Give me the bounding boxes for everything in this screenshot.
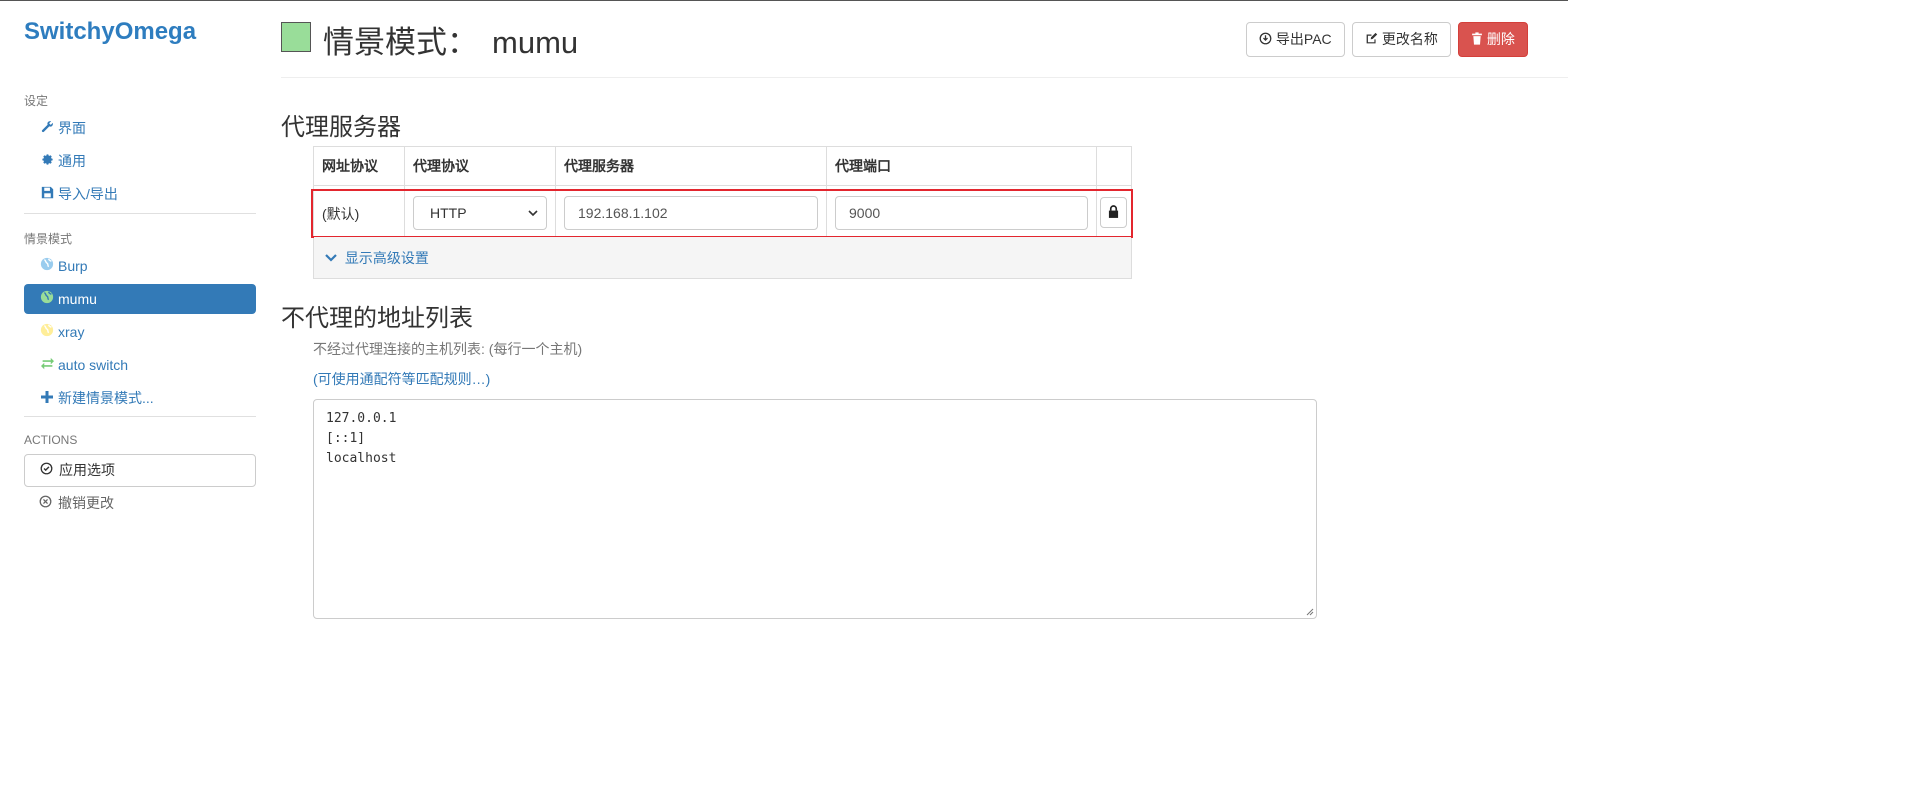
plus-icon (39, 384, 55, 414)
bypass-list-entries: 127.0.0.1 [::1] localhost (326, 411, 397, 466)
column-header-actions (1097, 147, 1131, 185)
trash-icon (1471, 31, 1487, 47)
check-circle-icon (40, 455, 56, 486)
profile-color-picker[interactable] (281, 22, 311, 52)
sidebar-item-auto-switch[interactable]: auto switch (24, 350, 256, 380)
apply-options-label: 应用选项 (59, 462, 115, 478)
revert-changes-button[interactable]: 撤销更改 (24, 488, 271, 518)
page-title: 情景模式： mumu (323, 17, 578, 62)
proxy-table: 网址协议 代理协议 代理服务器 代理端口 (默认) HTTP 192.168.1… (311, 146, 1133, 279)
bypass-list-textarea[interactable]: 127.0.0.1 [::1] localhost (313, 399, 1317, 619)
sidebar-item-label: 界面 (58, 120, 86, 136)
delete-button[interactable]: 删除 (1458, 22, 1528, 57)
wildcard-rules-link[interactable]: (可使用通配符等匹配规则…) (313, 369, 490, 389)
proxy-row-highlight (311, 189, 1133, 238)
page-title-prefix: 情景模式： (323, 25, 478, 60)
sidebar-item-label: mumu (58, 291, 97, 307)
chevron-down-icon (325, 250, 345, 266)
header-divider (281, 77, 1568, 78)
switch-icon (39, 351, 55, 381)
sidebar-item-ui[interactable]: 界面 (24, 113, 256, 143)
profile-name: mumu (492, 25, 579, 60)
download-icon (1259, 31, 1276, 47)
globe-icon (39, 318, 55, 348)
advanced-settings-row: 显示高级设置 (314, 237, 1131, 278)
floppy-icon (39, 180, 55, 210)
export-pac-button[interactable]: 导出PAC (1246, 22, 1345, 57)
bypass-section-title: 不代理的地址列表 (281, 305, 473, 332)
sidebar-item-label: auto switch (58, 357, 129, 373)
show-advanced-label: 显示高级设置 (344, 250, 429, 266)
column-header-port: 代理端口 (827, 147, 1097, 185)
profiles-header: 情景模式 (24, 232, 73, 246)
sidebar-item-xray[interactable]: xray (24, 317, 256, 347)
sidebar-item-label: Burp (58, 258, 88, 274)
actions-header: ACTIONS (24, 433, 78, 447)
bypass-description: 不经过代理连接的主机列表: (每行一个主机) (313, 341, 583, 357)
sidebar-item-burp[interactable]: Burp (24, 251, 256, 281)
wrench-icon (39, 114, 55, 144)
export-pac-label: 导出PAC (1275, 31, 1332, 47)
sidebar-item-import-export[interactable]: 导入/导出 (24, 179, 256, 209)
rename-button[interactable]: 更改名称 (1352, 22, 1451, 57)
resize-handle-icon[interactable] (1306, 608, 1314, 616)
column-header-scheme: 网址协议 (314, 147, 405, 185)
rename-label: 更改名称 (1381, 31, 1438, 47)
globe-icon (39, 252, 55, 282)
table-row-divider (314, 185, 1131, 186)
sidebar-divider (24, 416, 256, 417)
column-header-protocol: 代理协议 (405, 147, 556, 185)
delete-label: 删除 (1486, 31, 1515, 47)
gear-icon (39, 147, 55, 177)
sidebar-item-label: 导入/导出 (58, 186, 118, 202)
edit-icon (1365, 31, 1382, 47)
column-header-server: 代理服务器 (556, 147, 827, 185)
apply-options-button[interactable]: 应用选项 (24, 454, 256, 487)
brand-logo[interactable]: SwitchyOmega (24, 18, 196, 46)
x-circle-icon (39, 488, 55, 518)
sidebar-item-label: 新建情景模式... (58, 390, 154, 406)
settings-header: 设定 (24, 94, 49, 108)
revert-changes-label: 撤销更改 (58, 495, 114, 511)
globe-icon (39, 285, 55, 315)
sidebar-item-mumu[interactable]: mumu (24, 284, 256, 314)
sidebar-item-general[interactable]: 通用 (24, 146, 256, 176)
sidebar-item-label: xray (58, 324, 85, 340)
show-advanced-link[interactable]: 显示高级设置 (325, 248, 429, 268)
sidebar-item-label: 通用 (58, 153, 86, 169)
sidebar-item-new-profile[interactable]: 新建情景模式... (24, 383, 256, 413)
proxy-section-title: 代理服务器 (281, 114, 401, 141)
sidebar-divider (24, 213, 256, 214)
